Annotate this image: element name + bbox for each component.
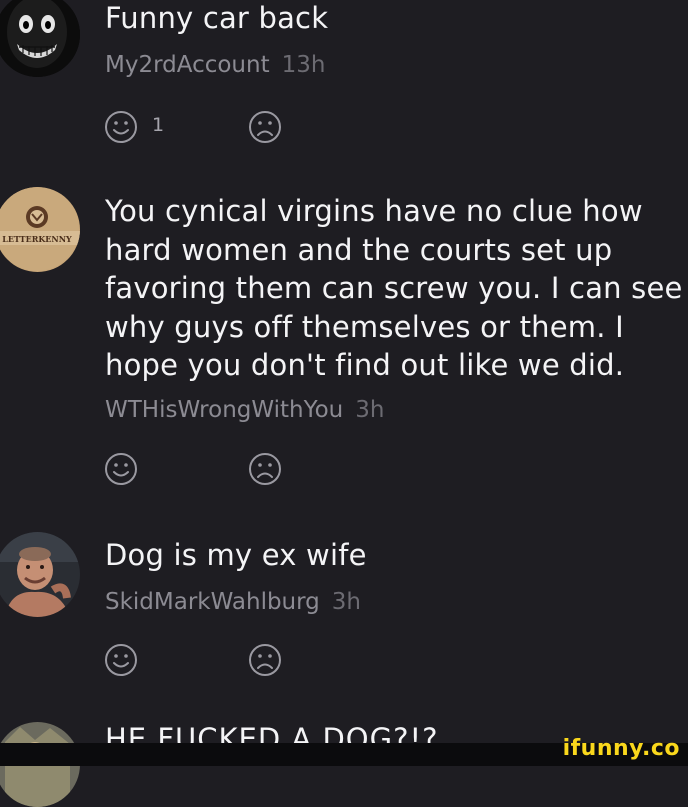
comment-meta: My2rdAccount 13h [105, 52, 325, 78]
comment-meta: SkidMarkWahlburg 3h [105, 589, 361, 615]
letterkenny-avatar-icon: LETTERKENNY [0, 187, 80, 272]
author-name[interactable]: My2rdAccount [105, 52, 270, 78]
smile-icon[interactable] [104, 452, 138, 486]
man-photo-avatar-icon [0, 532, 80, 617]
comment-text: You cynical virgins have no clue how har… [105, 194, 683, 382]
comment-time: 13h [281, 52, 326, 78]
frown-icon[interactable] [248, 110, 282, 144]
smile-icon[interactable] [104, 643, 138, 677]
comment-text: Dog is my ex wife [105, 538, 367, 572]
avatar[interactable] [0, 0, 80, 77]
comment-time: 3h [331, 589, 362, 615]
smile-icon[interactable] [104, 110, 138, 144]
comment-meta: WTHisWrongWithYou 3h [105, 397, 384, 423]
frown-icon[interactable] [248, 452, 282, 486]
comment-text: Funny car back [105, 1, 329, 35]
avatar[interactable] [0, 532, 80, 617]
comment-time: 3h [355, 397, 385, 423]
like-count: 1 [152, 114, 165, 136]
frown-icon[interactable] [248, 643, 282, 677]
author-name[interactable]: SkidMarkWahlburg [105, 589, 320, 615]
author-name[interactable]: WTHisWrongWithYou [105, 397, 343, 423]
ifunny-watermark: ifunny.co [562, 736, 680, 761]
avatar[interactable]: LETTERKENNY [0, 187, 80, 272]
avatar-label: LETTERKENNY [2, 234, 72, 244]
ghost-face-avatar-icon [0, 0, 80, 77]
